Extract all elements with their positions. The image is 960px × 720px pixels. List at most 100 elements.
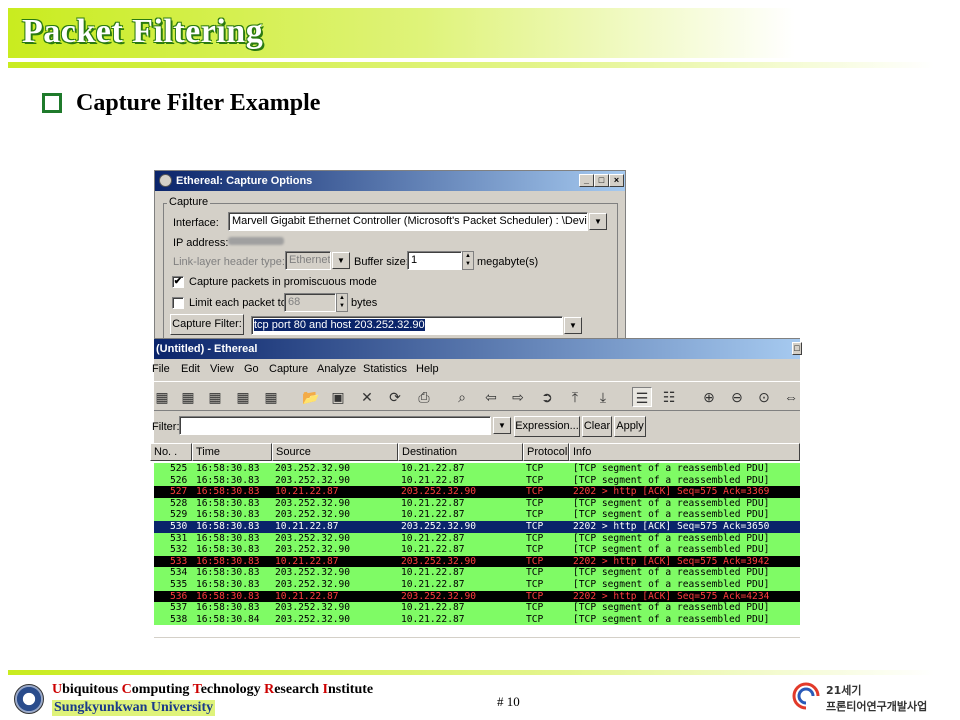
packet-row[interactable]: 534 16:58:30.83 203.252.32.90 10.21.22.87 TC… — [154, 567, 800, 579]
promiscuous-checkbox[interactable]: ✔ — [172, 276, 184, 288]
menu-file[interactable]: File — [152, 363, 170, 375]
cell-source: 10.21.22.87 — [275, 521, 339, 532]
close-file-icon[interactable]: ✕ — [357, 387, 377, 407]
main-titlebar[interactable]: (Untitled) - Ethereal □ — [154, 339, 802, 359]
capture-options-title: Ethereal: Capture Options — [176, 175, 313, 187]
restart-capture-icon[interactable]: ▦ — [261, 387, 281, 407]
chevron-down-icon[interactable]: ▼ — [493, 417, 511, 434]
packet-row[interactable]: 527 16:58:30.83 10.21.22.87 203.252.32.90 TC… — [154, 486, 800, 498]
packet-row[interactable]: 535 16:58:30.83 203.252.32.90 10.21.22.87 TC… — [154, 579, 800, 591]
close-icon[interactable]: × — [609, 174, 624, 187]
capture-options-titlebar[interactable]: Ethereal: Capture Options _ □ × — [155, 171, 625, 191]
col-protocol[interactable]: Protocol — [523, 443, 569, 461]
cell-info: 2202 > http [ACK] Seq=575 Ack=3650 — [573, 521, 770, 532]
display-filter-input[interactable] — [179, 416, 491, 435]
packet-row[interactable]: 533 16:58:30.83 10.21.22.87 203.252.32.90 TC… — [154, 555, 800, 568]
col-time[interactable]: Time — [192, 443, 272, 461]
capture-filter-button[interactable]: Capture Filter: — [170, 314, 244, 335]
cell-time: 16:58:30.83 — [196, 579, 260, 590]
chevron-down-icon[interactable]: ▼ — [564, 317, 582, 334]
buffer-size-input[interactable]: 1 — [407, 251, 462, 270]
university-name: Sungkyunkwan University — [52, 700, 216, 716]
reload-icon[interactable]: ⟳ — [385, 387, 405, 407]
open-folder-icon[interactable]: 📂 — [301, 387, 321, 407]
start-capture-icon[interactable]: ▦ — [205, 387, 225, 407]
zoom-normal-icon[interactable]: ⊙ — [754, 387, 774, 407]
packet-row[interactable]: 537 16:58:30.83 203.252.32.90 10.21.22.87 TC… — [154, 602, 800, 614]
link-layer-select[interactable]: Ethernet — [285, 251, 331, 270]
packet-row[interactable]: 526 16:58:30.83 203.252.32.90 10.21.22.87 TC… — [154, 474, 800, 487]
cell-destination: 10.21.22.87 — [401, 509, 465, 521]
institute-initial: T — [192, 682, 201, 697]
save-icon[interactable]: ▣ — [328, 387, 348, 407]
menu-view[interactable]: View — [210, 363, 234, 375]
menu-statistics[interactable]: Statistics — [363, 363, 407, 375]
page-number: # 10 — [497, 694, 520, 709]
capture-filter-input[interactable]: tcp port 80 and host 203.252.32.90 — [251, 316, 563, 335]
cell-destination: 203.252.32.90 — [401, 521, 477, 532]
go-to-packet-icon[interactable]: ➲ — [537, 387, 557, 407]
zoom-out-icon[interactable]: ⊖ — [727, 387, 747, 407]
cell-info: [TCP segment of a reassembled PDU] — [573, 474, 770, 486]
auto-scroll-icon[interactable]: ☷ — [659, 387, 679, 407]
menu-capture[interactable]: Capture — [269, 363, 308, 375]
packet-row[interactable]: 530 16:58:30.83 10.21.22.87 203.252.32.90 TC… — [154, 521, 800, 533]
cell-source: 203.252.32.90 — [275, 613, 351, 625]
minimize-icon[interactable]: _ — [579, 174, 594, 187]
filter-label: Filter: — [152, 421, 180, 433]
print-icon[interactable]: ⎙ — [414, 387, 434, 407]
maximize-icon[interactable]: □ — [792, 342, 802, 355]
interfaces-icon[interactable]: ▦ — [152, 387, 172, 407]
clear-button[interactable]: Clear — [582, 416, 612, 437]
chevron-down-icon[interactable]: ▼ — [332, 252, 350, 269]
col-destination[interactable]: Destination — [398, 443, 523, 461]
find-packet-icon[interactable]: ⌕ — [452, 387, 472, 407]
packet-list[interactable]: 525 16:58:30.83 203.252.32.90 10.21.22.87 TC… — [154, 461, 800, 637]
packet-row[interactable]: 531 16:58:30.83 203.252.32.90 10.21.22.87 TC… — [154, 532, 800, 545]
menu-edit[interactable]: Edit — [181, 363, 200, 375]
cell-info: [TCP segment of a reassembled PDU] — [573, 509, 770, 521]
cell-time: 16:58:30.83 — [196, 602, 260, 614]
col-info[interactable]: Info — [569, 443, 800, 461]
chevron-down-icon[interactable]: ▼ — [589, 213, 607, 230]
maximize-icon[interactable]: □ — [594, 174, 609, 187]
cell-source: 203.252.32.90 — [275, 463, 351, 474]
cell-protocol: TCP — [526, 567, 544, 579]
packet-row[interactable]: 536 16:58:30.83 10.21.22.87 203.252.32.90 TC… — [154, 590, 800, 603]
limit-packet-input[interactable]: 68 — [284, 293, 336, 312]
cell-no: 526 — [170, 474, 188, 486]
packet-list-header: No. . Time Source Destination Protocol I… — [150, 443, 800, 461]
colorize-icon[interactable]: ☰ — [632, 387, 652, 407]
menu-go[interactable]: Go — [244, 363, 259, 375]
packet-row[interactable]: 538 16:58:30.84 203.252.32.90 10.21.22.87 TC… — [154, 613, 800, 626]
col-no[interactable]: No. . — [150, 443, 192, 461]
first-packet-icon[interactable]: ⤒ — [565, 387, 585, 407]
packet-row[interactable]: 525 16:58:30.83 203.252.32.90 10.21.22.87 TC… — [154, 463, 800, 475]
bullet-text: Capture Filter Example — [76, 90, 321, 116]
buffer-spinner-icon[interactable]: ▲ ▼ — [462, 251, 474, 270]
packet-row[interactable]: 528 16:58:30.83 203.252.32.90 10.21.22.87 TC… — [154, 497, 800, 510]
last-packet-icon[interactable]: ⤓ — [593, 387, 613, 407]
capture-options-icon[interactable]: ▦ — [178, 387, 198, 407]
interface-select[interactable]: Marvell Gigabit Ethernet Controller (Mic… — [228, 212, 588, 231]
cell-destination: 203.252.32.90 — [401, 555, 477, 567]
menubar: File Edit View Go Capture Analyze Statis… — [152, 360, 800, 379]
apply-button[interactable]: Apply — [614, 416, 646, 437]
menu-help[interactable]: Help — [416, 363, 439, 375]
resize-columns-icon[interactable]: ⇔ — [781, 387, 801, 407]
packet-row[interactable]: 529 16:58:30.83 203.252.32.90 10.21.22.87 TC… — [154, 509, 800, 521]
col-source[interactable]: Source — [272, 443, 398, 461]
limit-spinner-icon[interactable]: ▲ ▼ — [336, 293, 348, 312]
limit-packet-checkbox[interactable] — [172, 297, 184, 309]
zoom-in-icon[interactable]: ⊕ — [699, 387, 719, 407]
packet-row[interactable]: 532 16:58:30.83 203.252.32.90 10.21.22.87 TC… — [154, 544, 800, 556]
institute-word: omputing — [131, 682, 193, 697]
stop-capture-icon[interactable]: ▦ — [233, 387, 253, 407]
go-forward-icon[interactable]: ⇨ — [508, 387, 528, 407]
cell-source: 203.252.32.90 — [275, 544, 351, 556]
go-back-icon[interactable]: ⇦ — [481, 387, 501, 407]
menu-analyze[interactable]: Analyze — [317, 363, 356, 375]
cell-protocol: TCP — [526, 509, 544, 521]
expression-button[interactable]: Expression... — [514, 416, 580, 437]
slide-title: Packet Filtering — [22, 13, 264, 50]
